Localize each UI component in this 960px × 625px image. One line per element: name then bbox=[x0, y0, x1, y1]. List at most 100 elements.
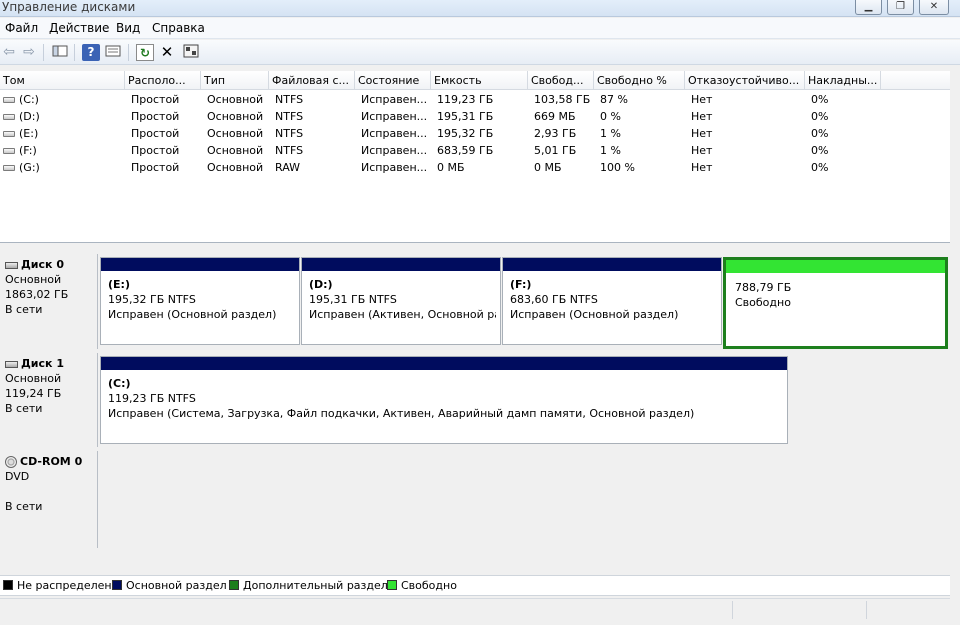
properties-icon[interactable] bbox=[104, 44, 122, 61]
volume-free-percent: 0 % bbox=[600, 110, 621, 123]
menu-view[interactable]: Вид bbox=[116, 21, 140, 36]
partition-f[interactable]: (F:) 683,60 ГБ NTFS Исправен (Основной р… bbox=[502, 257, 722, 345]
column-header-capacity[interactable]: Емкость bbox=[431, 71, 528, 90]
disk-map: Диск 0 Основной 1863,02 ГБ В сети (E:) 1… bbox=[0, 248, 950, 548]
disk-type: Основной bbox=[5, 273, 62, 286]
menu-file[interactable]: Файл bbox=[5, 21, 38, 36]
title-bar: Управление дисками ▁ ❐ ✕ bbox=[0, 0, 960, 17]
menu-action[interactable]: Действие bbox=[49, 21, 109, 36]
column-header-free[interactable]: Свобод... bbox=[528, 71, 594, 90]
drive-icon bbox=[3, 97, 15, 103]
partition-size: 119,23 ГБ NTFS bbox=[108, 392, 196, 405]
volume-overhead: 0% bbox=[811, 93, 829, 106]
volume-filesystem: NTFS bbox=[275, 127, 304, 140]
volume-fault-tolerance: Нет bbox=[691, 93, 713, 106]
volume-fault-tolerance: Нет bbox=[691, 110, 713, 123]
table-row[interactable]: (C:) Простой Основной NTFS Исправен... 1… bbox=[0, 91, 950, 108]
disk-info-cdrom[interactable]: CD-ROM 0 DVD В сети bbox=[0, 451, 98, 548]
minimize-button[interactable]: ▁ bbox=[855, 0, 882, 15]
partition-status: Исправен (Основной раздел) bbox=[510, 308, 679, 321]
settings-icon[interactable] bbox=[182, 44, 200, 61]
drive-icon bbox=[3, 148, 15, 154]
disk-row-0: Диск 0 Основной 1863,02 ГБ В сети (E:) 1… bbox=[0, 254, 950, 349]
column-header-overhead[interactable]: Накладны... bbox=[805, 71, 881, 90]
back-icon[interactable]: ⇦ bbox=[0, 44, 18, 61]
volume-layout: Простой bbox=[131, 144, 180, 157]
help-icon[interactable]: ? bbox=[82, 44, 100, 61]
disk-type: DVD bbox=[5, 470, 30, 483]
column-header-fault-tolerance[interactable]: Отказоустойчиво... bbox=[685, 71, 805, 90]
table-row[interactable]: (F:) Простой Основной NTFS Исправен... 6… bbox=[0, 142, 950, 159]
menu-help[interactable]: Справка bbox=[152, 21, 205, 36]
partition-size: 788,79 ГБ bbox=[735, 281, 792, 294]
column-header-filesystem[interactable]: Файловая с... bbox=[269, 71, 355, 90]
primary-partition-bar bbox=[503, 258, 721, 271]
legend-item-free: Свободно bbox=[387, 579, 457, 593]
partition-size: 683,60 ГБ NTFS bbox=[510, 293, 598, 306]
toolbar: ⇦ ⇨ ? ↻ ✕ bbox=[0, 40, 960, 65]
partition-c[interactable]: (C:) 119,23 ГБ NTFS Исправен (Система, З… bbox=[100, 356, 788, 444]
partition-label: (D:) bbox=[309, 278, 333, 291]
table-row[interactable]: (E:) Простой Основной NTFS Исправен... 1… bbox=[0, 125, 950, 142]
partition-label: (E:) bbox=[108, 278, 130, 291]
drive-icon bbox=[3, 131, 15, 137]
column-header-status[interactable]: Состояние bbox=[355, 71, 431, 90]
volume-free-percent: 100 % bbox=[600, 161, 635, 174]
volume-status: Исправен... bbox=[361, 127, 428, 140]
delete-icon[interactable]: ✕ bbox=[158, 44, 176, 61]
legend-label: Свободно bbox=[401, 579, 457, 592]
partition-d[interactable]: (D:) 195,31 ГБ NTFS Исправен (Активен, О… bbox=[301, 257, 501, 345]
volume-layout: Простой bbox=[131, 93, 180, 106]
volume-list-header: Том Располо... Тип Файловая с... Состоян… bbox=[0, 71, 950, 90]
table-row[interactable]: (G:) Простой Основной RAW Исправен... 0 … bbox=[0, 159, 950, 176]
forward-icon[interactable]: ⇨ bbox=[20, 44, 38, 61]
volume-overhead: 0% bbox=[811, 144, 829, 157]
volume-capacity: 119,23 ГБ bbox=[437, 93, 494, 106]
menu-bar: Файл Действие Вид Справка bbox=[0, 18, 960, 39]
primary-partition-bar bbox=[302, 258, 500, 271]
volume-free-percent: 1 % bbox=[600, 144, 621, 157]
volume-status: Исправен... bbox=[361, 144, 428, 157]
console-tree-icon[interactable] bbox=[51, 44, 69, 61]
volume-type: Основной bbox=[207, 110, 264, 123]
volume-filesystem: RAW bbox=[275, 161, 300, 174]
partition-free-space[interactable]: 788,79 ГБ Свободно bbox=[723, 257, 948, 349]
volume-name: (C:) bbox=[19, 93, 39, 106]
refresh-icon[interactable]: ↻ bbox=[136, 44, 154, 61]
close-button[interactable]: ✕ bbox=[919, 0, 949, 15]
volume-status: Исправен... bbox=[361, 110, 428, 123]
toolbar-separator bbox=[128, 44, 129, 61]
volume-fault-tolerance: Нет bbox=[691, 127, 713, 140]
partition-size: 195,32 ГБ NTFS bbox=[108, 293, 196, 306]
disk-icon bbox=[5, 261, 18, 269]
table-row[interactable]: (D:) Простой Основной NTFS Исправен... 1… bbox=[0, 108, 950, 125]
volume-type: Основной bbox=[207, 93, 264, 106]
volume-capacity: 195,31 ГБ bbox=[437, 110, 494, 123]
toolbar-separator bbox=[43, 44, 44, 61]
disk-status: В сети bbox=[5, 500, 43, 513]
vertical-scrollbar[interactable] bbox=[950, 71, 960, 625]
column-header-volume[interactable]: Том bbox=[0, 71, 125, 90]
disk-info-1[interactable]: Диск 1 Основной 119,24 ГБ В сети bbox=[0, 353, 98, 447]
cdrom-icon bbox=[5, 456, 17, 468]
legend-swatch bbox=[229, 580, 239, 590]
volume-free: 0 МБ bbox=[534, 161, 562, 174]
disk-info-0[interactable]: Диск 0 Основной 1863,02 ГБ В сети bbox=[0, 254, 98, 349]
column-header-layout[interactable]: Располо... bbox=[125, 71, 201, 90]
maximize-button[interactable]: ❐ bbox=[887, 0, 914, 15]
volume-layout: Простой bbox=[131, 127, 180, 140]
legend: Не распределен Основной раздел Дополните… bbox=[0, 575, 950, 596]
volume-overhead: 0% bbox=[811, 110, 829, 123]
partition-label: (C:) bbox=[108, 377, 131, 390]
volume-free: 103,58 ГБ bbox=[534, 93, 591, 106]
disk-name: Диск 0 bbox=[21, 258, 64, 271]
column-header-type[interactable]: Тип bbox=[201, 71, 269, 90]
volume-capacity: 0 МБ bbox=[437, 161, 465, 174]
volume-filesystem: NTFS bbox=[275, 144, 304, 157]
disk-row-cdrom: CD-ROM 0 DVD В сети bbox=[0, 451, 950, 548]
volume-type: Основной bbox=[207, 144, 264, 157]
primary-partition-bar bbox=[101, 357, 787, 370]
column-header-free-percent[interactable]: Свободно % bbox=[594, 71, 685, 90]
partition-status: Исправен (Система, Загрузка, Файл подкач… bbox=[108, 407, 695, 420]
partition-e[interactable]: (E:) 195,32 ГБ NTFS Исправен (Основной р… bbox=[100, 257, 300, 345]
